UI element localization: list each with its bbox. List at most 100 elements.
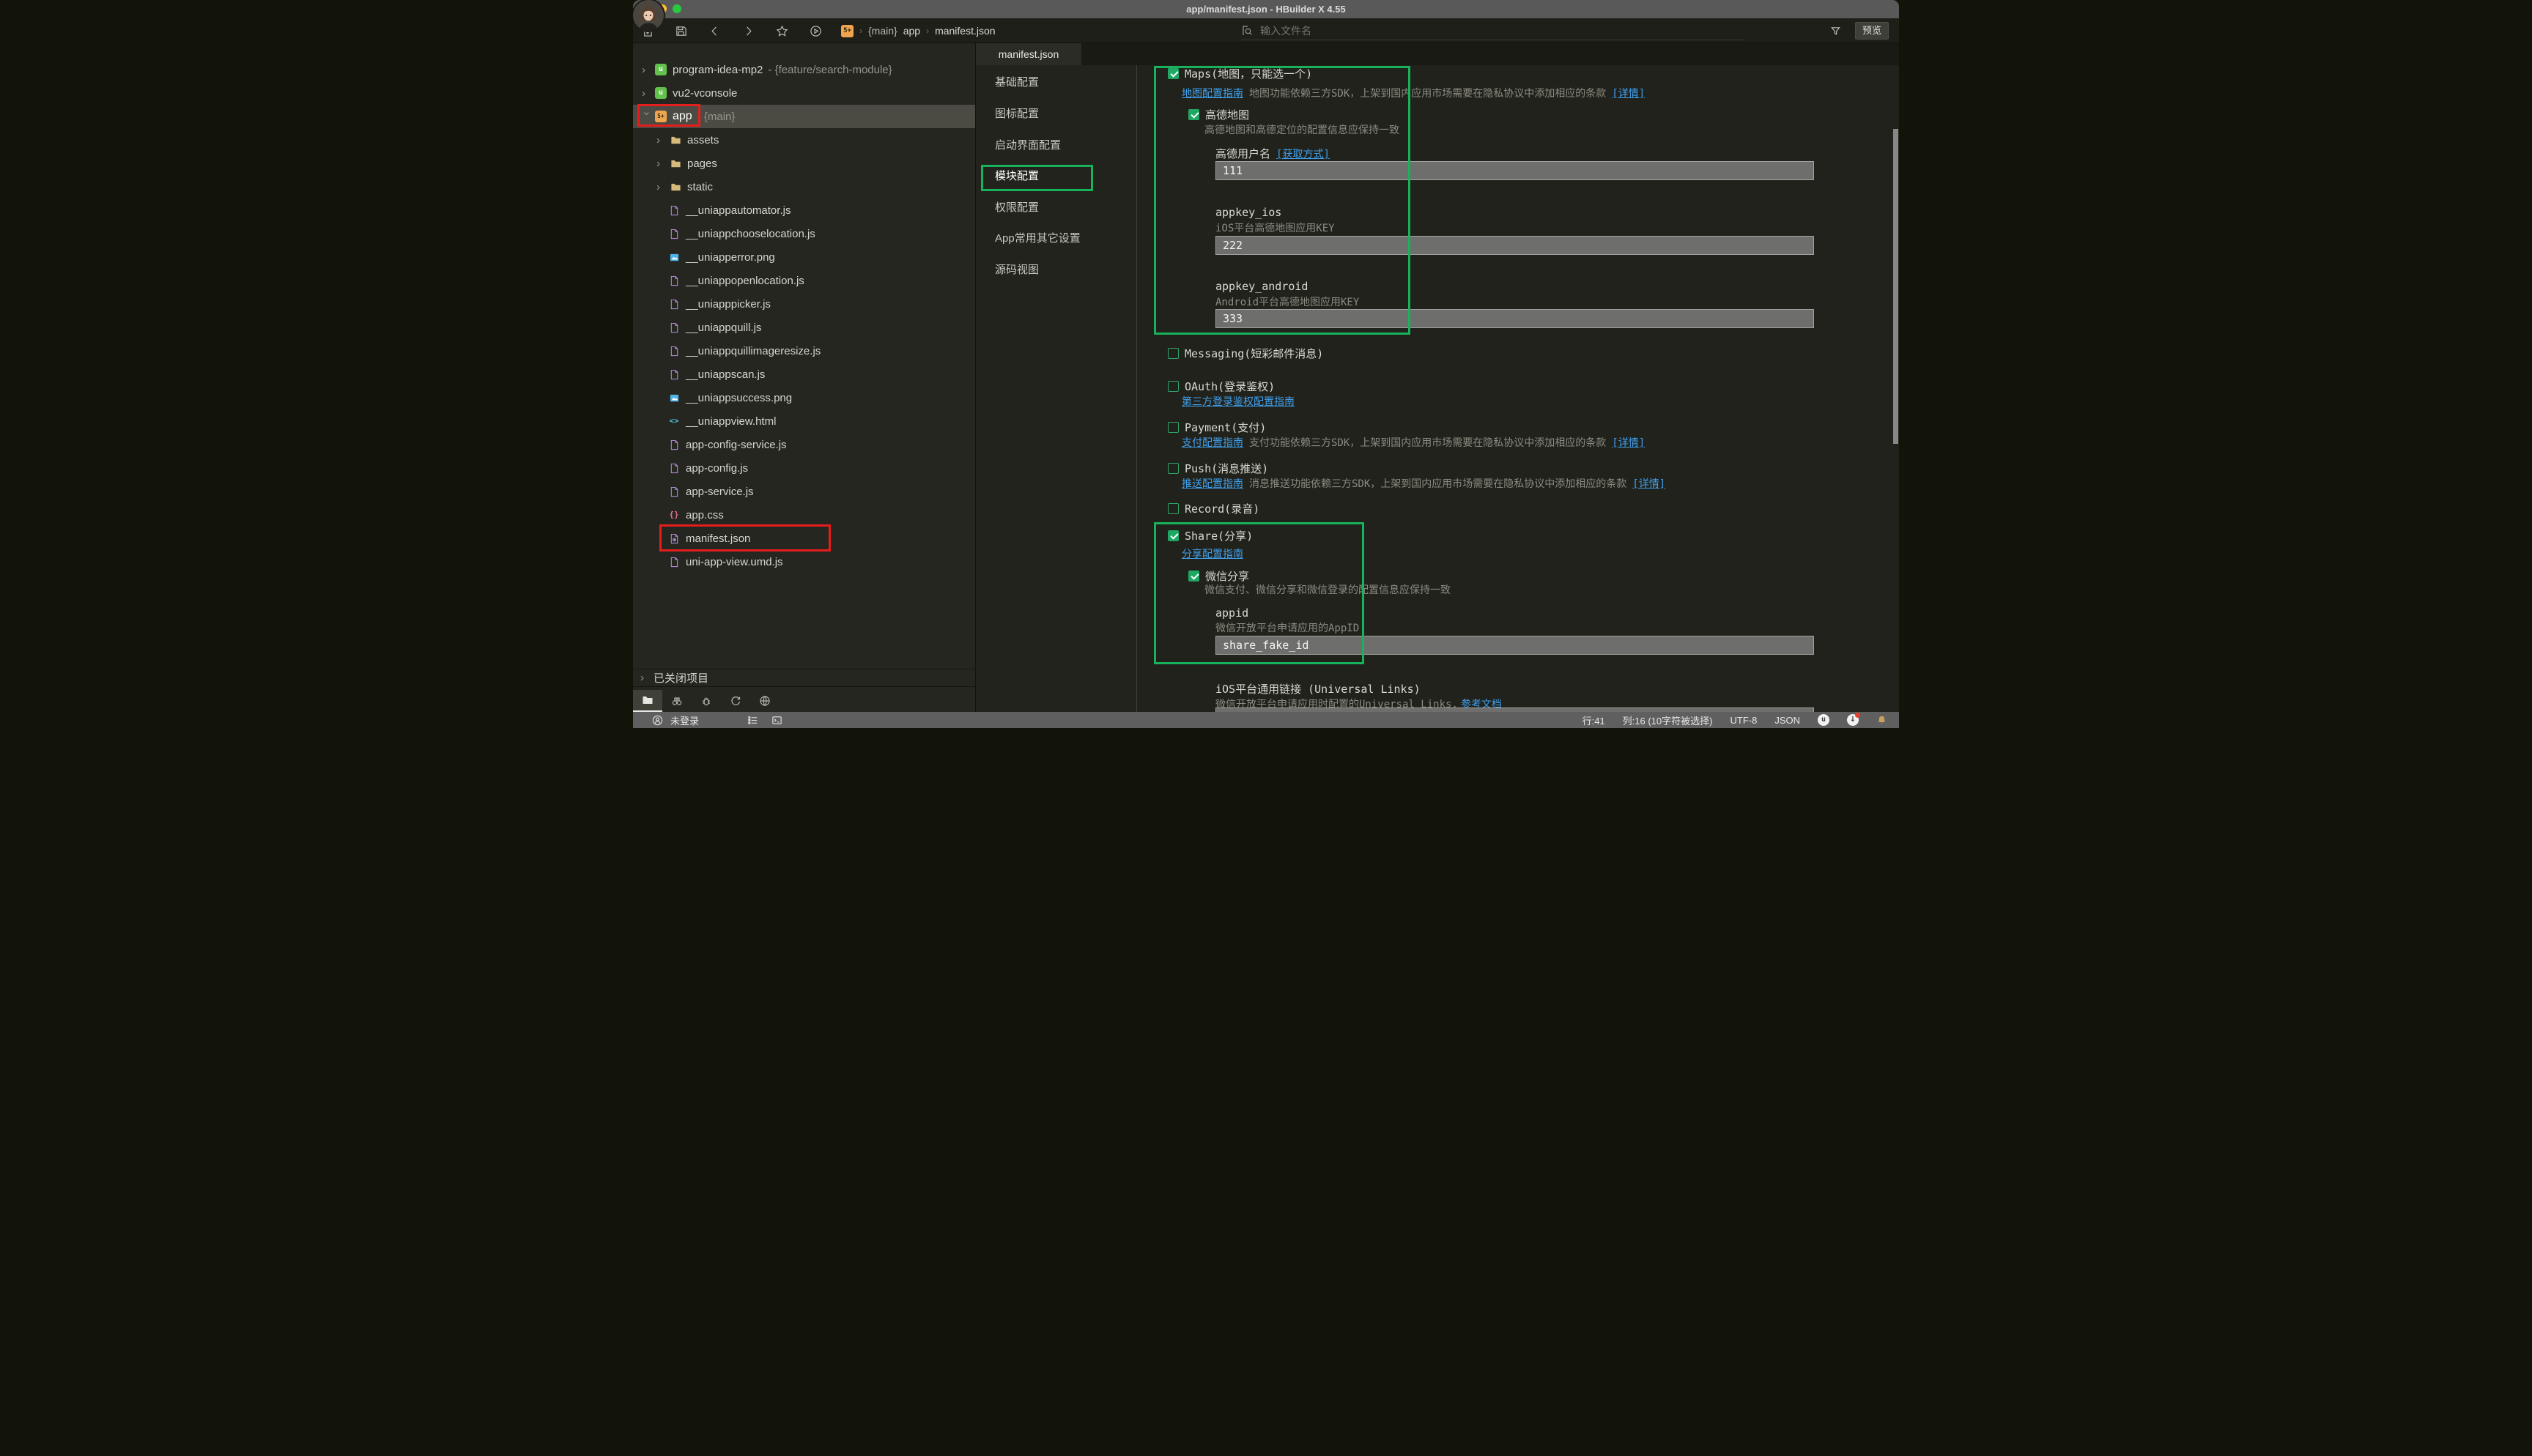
push-guide-link[interactable]: 推送配置指南 [1182,476,1243,491]
menu-item-permission-config[interactable]: 权限配置 [995,200,1039,216]
tree-item-pages[interactable]: › pages [633,152,975,175]
menu-item-basic-config[interactable]: 基础配置 [995,75,1039,91]
tree-item-manifest-json[interactable]: manifest.json [633,527,975,550]
css-file-icon: {} [668,509,680,521]
share-checkbox[interactable] [1168,530,1179,541]
syntax-indicator[interactable]: JSON [1774,715,1800,726]
js-file-icon [668,556,680,568]
tree-item-app[interactable]: › 5+ app - {main} [633,105,975,128]
breadcrumb-separator: › [859,26,862,36]
tree-item-uniappsuccess-png[interactable]: __uniappsuccess.png [633,386,975,409]
encoding-indicator[interactable]: UTF-8 [1730,715,1757,726]
tree-item-uniappopenlocation-js[interactable]: __uniappopenlocation.js [633,269,975,292]
back-icon[interactable] [708,25,721,37]
save-icon[interactable] [675,25,687,37]
uniapp-project-icon: u [655,64,667,75]
tree-item-uniappquill-js[interactable]: __uniappquill.js [633,316,975,339]
search-view-icon[interactable] [662,690,692,712]
cursor-column-selection[interactable]: 列:16 (10字符被选择) [1623,713,1713,727]
debug-view-icon[interactable] [692,690,721,712]
tab-manifest-json[interactable]: manifest.json [976,43,1081,65]
payment-detail-link[interactable]: [详情] [1612,435,1645,450]
menu-item-splash-config[interactable]: 启动界面配置 [995,138,1061,154]
cursor-line[interactable]: 行:41 [1582,713,1605,727]
files-view-icon[interactable] [633,690,662,712]
chevron-right-icon[interactable]: › [642,64,652,76]
tree-item-static[interactable]: › static [633,175,975,198]
oauth-checkbox[interactable] [1168,381,1179,392]
tree-item-assets[interactable]: › assets [633,128,975,152]
chevron-down-icon[interactable]: › [641,111,654,122]
amap-username-input[interactable] [1215,161,1814,180]
payment-checkbox[interactable] [1168,422,1179,433]
outline-list-icon[interactable] [747,715,758,726]
terminal-icon[interactable] [771,715,782,726]
push-detail-link[interactable]: [详情] [1632,476,1665,491]
image-file-icon [668,251,680,263]
messaging-checkbox[interactable] [1168,348,1179,359]
amap-checkbox[interactable] [1188,109,1199,120]
manifest-file-icon [668,532,680,544]
assistant-avatar[interactable] [633,0,664,31]
tree-item-uniappview-html[interactable]: <> __uniappview.html [633,409,975,433]
tree-item-uni-app-view-umd-js[interactable]: uni-app-view.umd.js [633,550,975,573]
universal-links-label: iOS平台通用链接 (Universal Links) [1215,681,1421,697]
menu-item-icon-config[interactable]: 图标配置 [995,106,1039,122]
oauth-guide-link[interactable]: 第三方登录鉴权配置指南 [1182,394,1295,409]
sync-view-icon[interactable] [721,690,750,712]
tree-item-app-service-js[interactable]: app-service.js [633,480,975,503]
login-status[interactable]: 未登录 [670,713,699,727]
tree-item-uniapppicker-js[interactable]: __uniapppicker.js [633,292,975,316]
filter-icon[interactable] [1829,25,1842,37]
tree-item-app-css[interactable]: {} app.css [633,503,975,527]
push-desc: 消息推送功能依赖三方SDK，上架到国内应用市场需要在隐私协议中添加相应的条款 [1249,476,1626,491]
js-file-icon [668,298,680,310]
tree-item-uniappquillimageresize-js[interactable]: __uniappquillimageresize.js [633,339,975,363]
chevron-right-icon[interactable]: › [656,181,667,193]
chevron-right-icon[interactable]: › [642,87,652,100]
folder-icon [670,134,681,146]
maps-guide-link[interactable]: 地图配置指南 [1182,86,1243,100]
user-account-icon[interactable] [652,715,663,726]
tree-item-vu2-vconsole[interactable]: › u vu2-vconsole [633,81,975,105]
5plus-app-icon: 5+ [841,25,854,37]
tree-item-app-config-js[interactable]: app-config.js [633,456,975,480]
tree-item-uniappscan-js[interactable]: __uniappscan.js [633,363,975,386]
publish-view-icon[interactable] [750,690,780,712]
menu-item-app-other-settings[interactable]: App常用其它设置 [995,231,1081,247]
record-label: Record(录音) [1185,501,1259,516]
breadcrumb-file[interactable]: manifest.json [935,25,995,37]
wechat-share-checkbox[interactable] [1188,571,1199,582]
feedback-chat-icon[interactable] [1818,714,1829,726]
bell-icon[interactable] [1876,715,1887,726]
tree-item-program-idea-mp2[interactable]: › u program-idea-mp2 - {feature/search-m… [633,58,975,81]
appkey-android-input[interactable] [1215,309,1814,328]
content-scrollbar-thumb[interactable] [1893,129,1898,444]
payment-guide-link[interactable]: 支付配置指南 [1182,435,1243,450]
breadcrumb-project[interactable]: app [903,25,920,37]
wechat-appid-input[interactable] [1215,636,1814,655]
appkey-ios-input[interactable] [1215,236,1814,255]
amap-username-howto-link[interactable]: [获取方式] [1276,146,1330,161]
forward-icon[interactable] [742,25,755,37]
maps-checkbox[interactable] [1168,68,1179,79]
record-checkbox[interactable] [1168,503,1179,514]
file-search-input[interactable]: 输入文件名 [1241,22,1745,40]
share-guide-link[interactable]: 分享配置指南 [1182,546,1243,561]
preview-button[interactable]: 预览 [1855,22,1889,40]
star-icon[interactable] [776,25,788,37]
closed-projects-row[interactable]: › 已关闭项目 [633,669,975,687]
run-icon[interactable] [810,25,822,37]
chevron-right-icon[interactable]: › [656,134,667,146]
tree-item-uniappautomator-js[interactable]: __uniappautomator.js [633,198,975,222]
tree-item-app-config-service-js[interactable]: app-config-service.js [633,433,975,456]
push-checkbox[interactable] [1168,463,1179,474]
menu-item-module-config[interactable]: 模块配置 [995,168,1039,185]
menu-item-source-view[interactable]: 源码视图 [995,262,1039,278]
editor-area: manifest.json 基础配置 图标配置 启动界面配置 模块配置 权限配置… [976,43,1899,712]
update-available-icon[interactable] [1847,714,1859,726]
tree-item-uniappchooselocation-js[interactable]: __uniappchooselocation.js [633,222,975,245]
tree-item-uniapperror-png[interactable]: __uniapperror.png [633,245,975,269]
maps-detail-link[interactable]: [详情] [1612,86,1645,100]
chevron-right-icon[interactable]: › [656,157,667,170]
